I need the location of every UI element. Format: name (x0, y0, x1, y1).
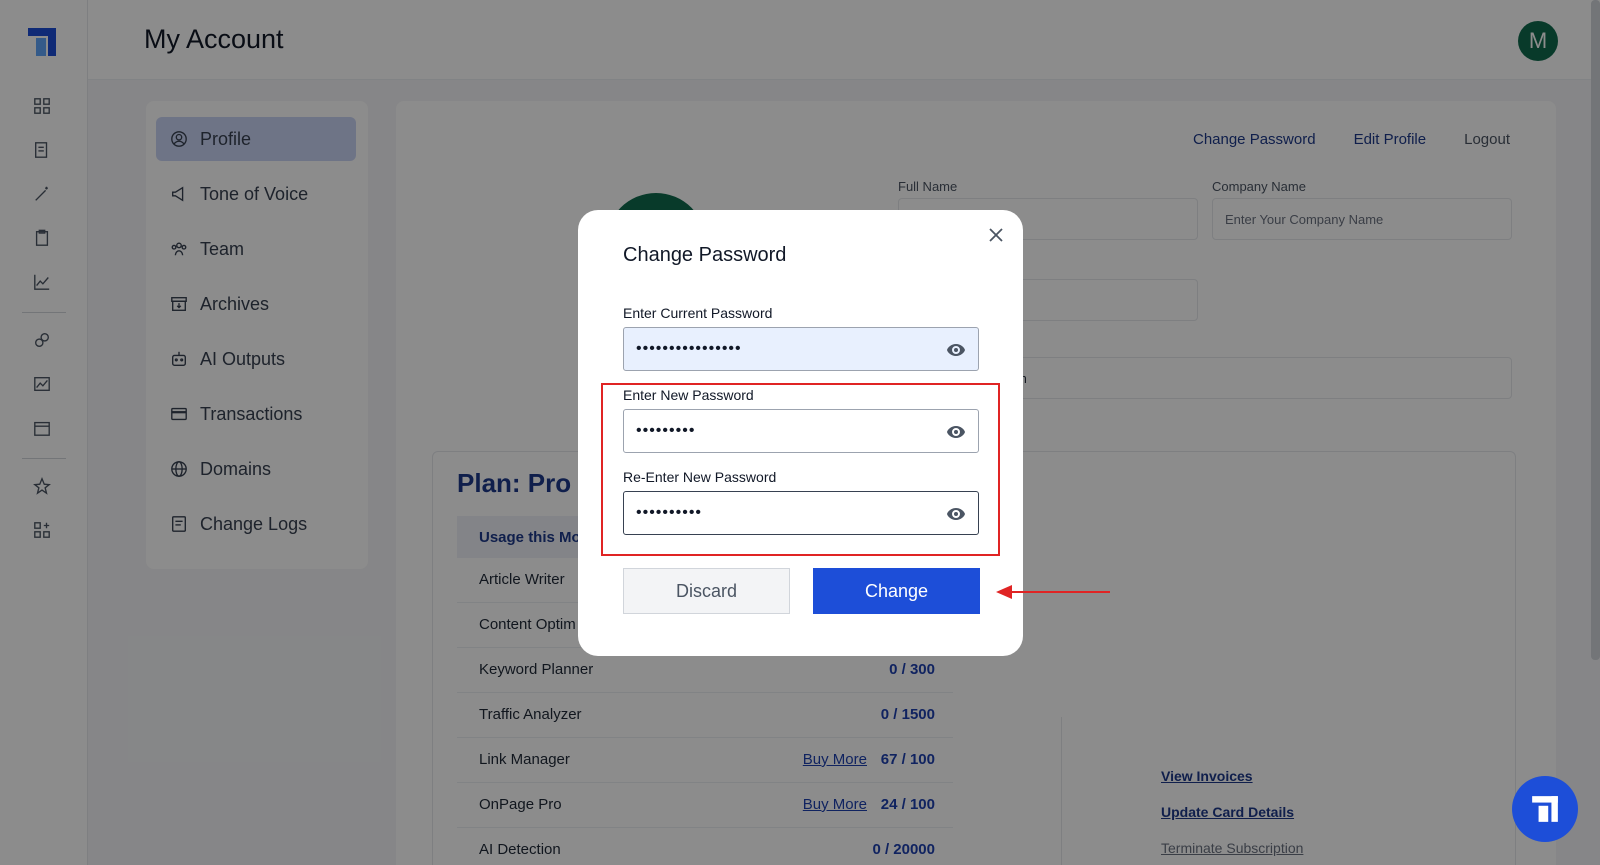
close-icon[interactable] (985, 224, 1007, 246)
scalenut-chat-icon (1532, 796, 1558, 822)
chat-widget-button[interactable] (1512, 776, 1578, 842)
annotation-arrow-icon (996, 585, 1110, 599)
current-password-value: •••••••••••••••• (636, 340, 742, 357)
eye-icon[interactable] (946, 504, 966, 524)
discard-button[interactable]: Discard (623, 568, 790, 614)
eye-icon[interactable] (946, 340, 966, 360)
change-password-modal: Change Password Enter Current Password •… (578, 210, 1023, 656)
new-password-input[interactable]: ••••••••• (623, 409, 979, 453)
new-password-value: ••••••••• (636, 422, 696, 439)
modal-title: Change Password (623, 244, 787, 266)
reenter-password-value: •••••••••• (636, 504, 703, 521)
new-password-label: Enter New Password (623, 387, 754, 403)
current-password-input[interactable]: •••••••••••••••• (623, 327, 979, 371)
change-button[interactable]: Change (813, 568, 980, 614)
current-password-label: Enter Current Password (623, 305, 773, 321)
reenter-password-input[interactable]: •••••••••• (623, 491, 979, 535)
eye-icon[interactable] (946, 422, 966, 442)
reenter-password-label: Re-Enter New Password (623, 469, 777, 485)
